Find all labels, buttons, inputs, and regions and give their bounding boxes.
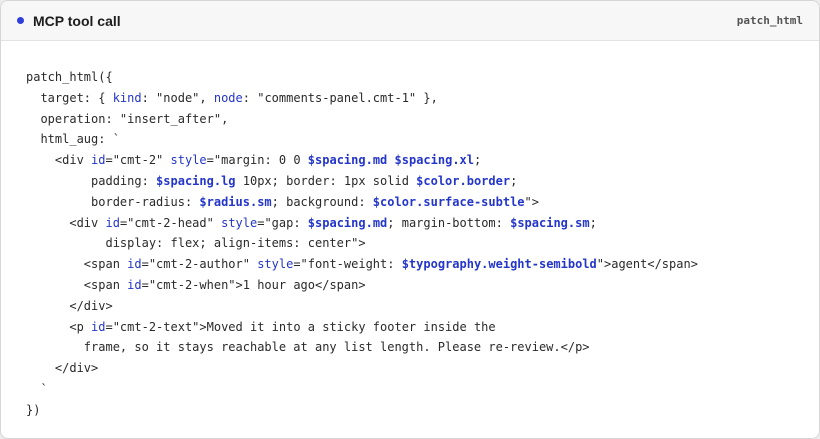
code-text: padding: (26, 173, 157, 188)
status-dot-icon (17, 17, 24, 24)
card-title: MCP tool call (33, 12, 121, 29)
code-text: html_aug: ` (26, 132, 120, 147)
code-text: ; (589, 215, 597, 230)
code-text: <p (26, 319, 92, 334)
token-reference: $color.surface-subtle (372, 194, 525, 209)
token-reference: $typography.weight-semibold (401, 257, 597, 272)
code-text: operation: "insert_after", (26, 111, 229, 126)
code-block: patch_html({ target: { kind: "node", nod… (26, 67, 698, 421)
token-reference: $spacing.md (307, 215, 388, 230)
code-text: <span (26, 257, 128, 272)
code-line: <div id="cmt-2" style="margin: 0 0 $spac… (26, 150, 698, 171)
code-text: ="gap: (257, 215, 308, 230)
token-reference: $spacing.sm (510, 215, 590, 230)
code-text: ="cmt-2-text">Moved it into a sticky foo… (105, 319, 496, 334)
attribute-name: node (213, 90, 243, 105)
code-text: ">agent</span> (596, 257, 698, 272)
attribute-name: style (257, 257, 294, 272)
token-reference: $spacing.md (307, 153, 388, 168)
code-text: : "comments-panel.cmt-1" }, (242, 90, 438, 105)
code-line: border-radius: $radius.sm; background: $… (26, 192, 698, 213)
code-line: display: flex; align-items: center"> (26, 233, 698, 254)
token-reference: $spacing.lg (156, 173, 236, 188)
code-line: <div id="cmt-2-head" style="gap: $spacin… (26, 213, 698, 234)
code-line: operation: "insert_after", (26, 109, 698, 130)
code-text: ; (510, 173, 518, 188)
attribute-name: id (91, 153, 106, 168)
attribute-name: kind (112, 90, 142, 105)
code-line: patch_html({ (26, 67, 698, 88)
token-reference: $color.border (416, 173, 511, 188)
code-text: ="font-weight: (293, 257, 402, 272)
tool-call-card: MCP tool call patch_html patch_html({ ta… (0, 0, 820, 439)
attribute-name: id (105, 215, 120, 230)
attribute-name: style (170, 153, 207, 168)
code-text: </div> (26, 298, 113, 313)
code-text: }) (26, 402, 41, 417)
code-text: ; (474, 153, 482, 168)
code-line: </div> (26, 358, 698, 379)
code-text: <div (26, 215, 106, 230)
code-line: target: { kind: "node", node: "comments-… (26, 88, 698, 109)
code-text: </div> (26, 361, 99, 376)
attribute-name: style (221, 215, 258, 230)
code-text: "> (524, 194, 539, 209)
card-header: MCP tool call patch_html (1, 1, 819, 41)
code-text: target: { (26, 90, 113, 105)
title-group: MCP tool call (17, 13, 121, 29)
code-line: padding: $spacing.lg 10px; border: 1px s… (26, 171, 698, 192)
code-text: <div (26, 153, 92, 168)
code-text: ="cmt-2-head" (119, 215, 222, 230)
code-line: ` (26, 379, 698, 400)
code-text: ` (26, 381, 48, 396)
attribute-name: id (91, 319, 106, 334)
code-text: ="cmt-2-author" (141, 257, 258, 272)
code-text: ="cmt-2" (105, 153, 171, 168)
code-line: </div> (26, 296, 698, 317)
code-text: <span (26, 277, 128, 292)
code-text: 10px; border: 1px solid (235, 173, 417, 188)
code-text: patch_html({ (26, 70, 113, 84)
tool-name-badge: patch_html (736, 14, 803, 27)
code-line: frame, so it stays reachable at any list… (26, 337, 698, 358)
code-text: : "node", (141, 90, 214, 105)
token-reference: $spacing.xl (394, 153, 474, 168)
attribute-name: id (127, 257, 142, 272)
code-line: <p id="cmt-2-text">Moved it into a stick… (26, 317, 698, 338)
attribute-name: id (127, 277, 142, 292)
code-text: border-radius: (26, 194, 200, 209)
code-line: html_aug: ` (26, 129, 698, 150)
code-line: <span id="cmt-2-author" style="font-weig… (26, 254, 698, 275)
code-text: ="margin: 0 0 (206, 153, 308, 168)
code-text: display: flex; align-items: center"> (26, 236, 366, 251)
code-line: }) (26, 400, 698, 421)
code-text: frame, so it stays reachable at any list… (26, 340, 590, 355)
code-line: <span id="cmt-2-when">1 hour ago</span> (26, 275, 698, 296)
code-text: ; margin-bottom: (387, 215, 511, 230)
code-text: ="cmt-2-when">1 hour ago</span> (141, 277, 366, 292)
code-text: ; background: (271, 194, 373, 209)
token-reference: $radius.sm (199, 194, 272, 209)
